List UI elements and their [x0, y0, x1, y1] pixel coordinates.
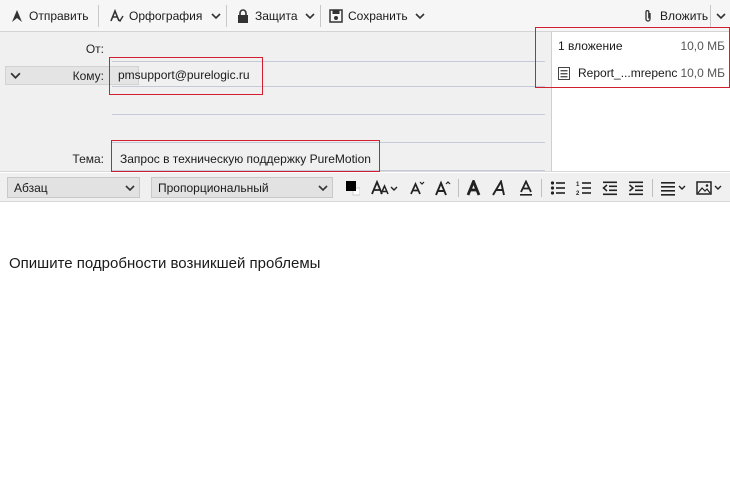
toolbar-divider: [652, 179, 653, 197]
attachment-pane: 1 вложение 10,0 МБ Report_...mrepenc 10,…: [535, 27, 730, 171]
increase-font-button[interactable]: [432, 177, 454, 198]
chevron-down-icon: [211, 13, 221, 20]
attachment-highlight-box: [535, 27, 730, 88]
chevron-down-icon: [10, 72, 21, 79]
spellcheck-icon: [110, 9, 124, 23]
chevron-down-icon: [125, 185, 135, 192]
send-button-label: Отправить: [29, 9, 89, 23]
chevron-down-icon: [305, 13, 315, 20]
color-swatch-icon: [346, 180, 360, 195]
bullet-list-icon: [550, 180, 565, 195]
body-text: Опишите подробности возникшей проблемы: [9, 255, 321, 272]
toolbar-divider: [710, 5, 711, 27]
increase-font-icon: [435, 180, 451, 195]
decrease-font-icon: [410, 181, 425, 194]
chevron-down-icon: [318, 185, 328, 192]
italic-icon: [492, 179, 505, 195]
alignment-button[interactable]: [659, 177, 689, 198]
extra-recipient-field[interactable]: [112, 114, 545, 115]
outdent-button[interactable]: [600, 177, 620, 198]
font-family-select[interactable]: Пропорциональный: [151, 177, 333, 198]
numbered-list-button[interactable]: 12: [574, 177, 594, 198]
to-label: Кому:: [72, 69, 104, 83]
italic-button[interactable]: [490, 177, 510, 198]
message-body-editor[interactable]: Опишите подробности возникшей проблемы: [0, 203, 730, 493]
spelling-button-label: Орфография: [129, 9, 203, 23]
toolbar-divider: [541, 179, 542, 197]
security-button-label: Защита: [255, 9, 298, 23]
bold-icon: [466, 179, 481, 196]
paragraph-style-value: Абзац: [14, 180, 48, 195]
font-size-button[interactable]: [370, 177, 400, 198]
indent-icon: [629, 181, 643, 195]
send-button[interactable]: Отправить: [10, 4, 89, 28]
toolbar-divider: [320, 5, 321, 27]
font-size-icon: [371, 179, 398, 194]
toolbar-divider: [458, 179, 459, 197]
underline-button[interactable]: [516, 177, 536, 198]
align-icon: [661, 181, 686, 196]
image-icon: [696, 180, 722, 195]
subject-label: Тема:: [72, 152, 104, 166]
attach-dropdown[interactable]: [714, 4, 728, 28]
attach-button-label: Вложить: [660, 9, 709, 23]
format-toolbar: Абзац Пропорциональный 12: [0, 173, 730, 202]
insert-image-button[interactable]: [695, 177, 725, 198]
save-button[interactable]: Сохранить: [329, 4, 408, 28]
svg-text:2: 2: [576, 191, 580, 196]
bold-button[interactable]: [464, 177, 484, 198]
chevron-down-icon: [716, 13, 726, 20]
spelling-dropdown[interactable]: [209, 4, 223, 28]
send-icon: [12, 10, 22, 22]
decrease-font-button[interactable]: [406, 177, 428, 198]
paperclip-icon: [645, 10, 651, 22]
subject-highlight-box: [111, 140, 380, 172]
bullet-list-button[interactable]: [548, 177, 568, 198]
lock-icon: [238, 9, 248, 23]
recipient-highlight-box: [109, 57, 263, 95]
save-button-label: Сохранить: [348, 9, 408, 23]
chevron-down-icon: [415, 13, 425, 20]
paragraph-style-select[interactable]: Абзац: [7, 177, 140, 198]
numbered-list-icon: 12: [576, 182, 591, 196]
spelling-button[interactable]: Орфография: [110, 4, 202, 28]
security-dropdown[interactable]: [303, 4, 317, 28]
indent-button[interactable]: [626, 177, 646, 198]
security-button[interactable]: Защита: [236, 4, 298, 28]
svg-text:1: 1: [576, 182, 580, 188]
attach-button[interactable]: Вложить: [641, 4, 708, 28]
save-icon: [329, 9, 343, 23]
underline-icon: [520, 179, 532, 196]
outdent-icon: [602, 181, 617, 195]
text-color-button[interactable]: [340, 177, 364, 198]
toolbar-divider: [226, 5, 227, 27]
toolbar-divider: [98, 5, 99, 27]
save-dropdown[interactable]: [413, 4, 427, 28]
font-family-value: Пропорциональный: [158, 180, 269, 195]
from-label: От:: [85, 42, 104, 56]
